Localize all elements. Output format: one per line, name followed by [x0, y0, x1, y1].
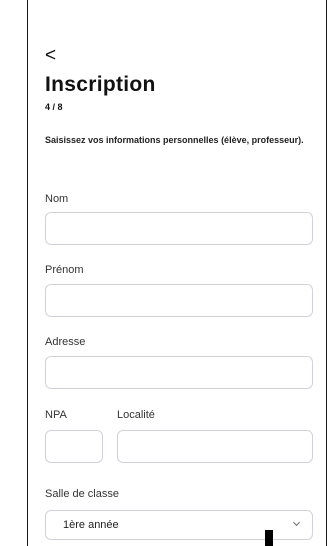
- page-title: Inscription: [45, 73, 156, 96]
- prenom-input[interactable]: [45, 284, 313, 317]
- adresse-label: Adresse: [45, 336, 86, 348]
- prenom-label: Prénom: [45, 264, 84, 276]
- npa-label: NPA: [45, 409, 67, 421]
- chevron-left-icon: <: [45, 45, 57, 66]
- chevron-down-icon: [292, 521, 301, 527]
- salle-label: Salle de classe: [45, 488, 119, 500]
- npa-input[interactable]: [45, 430, 103, 463]
- registration-screen: < Inscription 4 / 8 Saisissez vos inform…: [27, 0, 327, 546]
- text-cursor-block: [265, 530, 273, 546]
- adresse-input[interactable]: [45, 356, 313, 389]
- back-button[interactable]: <: [45, 46, 56, 66]
- step-indicator: 4 / 8: [45, 102, 63, 112]
- nom-label: Nom: [45, 193, 69, 205]
- nom-input[interactable]: [45, 212, 313, 245]
- salle-selected-value: 1ère année: [63, 519, 119, 531]
- localite-input[interactable]: [117, 430, 313, 463]
- localite-label: Localité: [117, 409, 155, 421]
- page-description: Saisissez vos informations personnelles …: [45, 135, 304, 145]
